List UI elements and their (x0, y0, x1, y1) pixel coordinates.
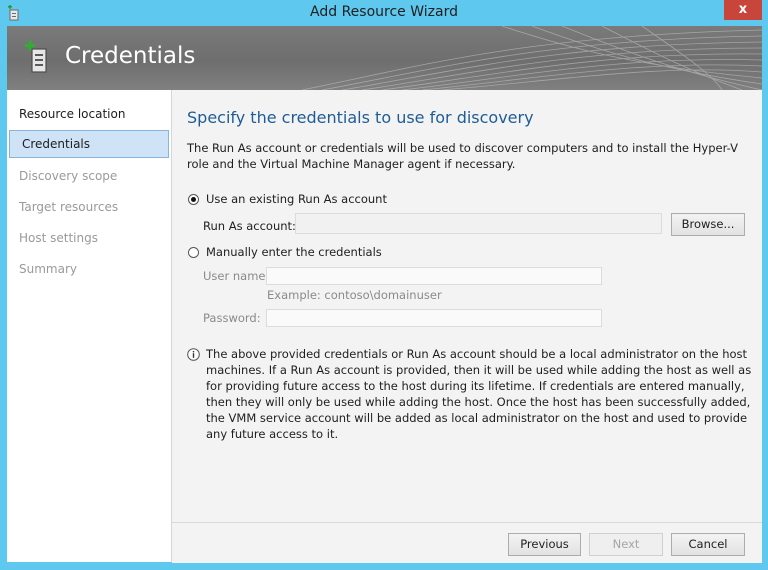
runas-account-option-label[interactable]: Use an existing Run As account (206, 192, 387, 206)
nav-step-discovery-scope: Discovery scope (19, 169, 118, 183)
nav-step-target-resources: Target resources (19, 200, 119, 214)
info-note-text: The above provided credentials or Run As… (206, 347, 752, 441)
intro-text: The Run As account or credentials will b… (187, 141, 738, 171)
password-field[interactable] (266, 309, 602, 327)
nav-step-host-settings: Host settings (19, 231, 98, 245)
decorative-wave-graphic (302, 26, 762, 90)
manual-credentials-radio[interactable] (188, 247, 199, 258)
username-label: User name: (203, 269, 270, 283)
wizard-steps-nav: Resource location Credentials Discovery … (7, 90, 172, 562)
runas-account-field-label: Run As account: (203, 219, 296, 233)
previous-button[interactable]: Previous (508, 533, 581, 556)
server-add-icon (25, 40, 47, 73)
wizard-footer: Previous Next Cancel (172, 522, 762, 563)
banner-title: Credentials (65, 43, 196, 69)
page-heading: Specify the credentials to use for disco… (187, 108, 534, 127)
browse-button[interactable]: Browse... (671, 213, 745, 236)
password-label: Password: (203, 311, 261, 325)
username-example: Example: contoso\domainuser (267, 288, 442, 302)
username-field[interactable] (266, 267, 602, 285)
info-icon (187, 348, 200, 361)
next-button: Next (589, 533, 663, 556)
close-button[interactable]: x (724, 0, 762, 20)
manual-credentials-option-label[interactable]: Manually enter the credentials (206, 245, 382, 259)
nav-step-resource-location[interactable]: Resource location (7, 100, 167, 128)
nav-step-credentials[interactable]: Credentials (9, 130, 169, 158)
nav-step-summary: Summary (19, 262, 77, 276)
cancel-button[interactable]: Cancel (671, 533, 745, 556)
window-title: Add Resource Wizard (310, 4, 458, 20)
title-bar[interactable]: Add Resource Wizard x (0, 0, 768, 26)
runas-account-radio[interactable] (188, 194, 199, 205)
header-banner: Credentials (7, 26, 762, 90)
wizard-window: Add Resource Wizard x Credentials Resour… (0, 0, 768, 570)
main-content: Specify the credentials to use for disco… (172, 90, 762, 522)
runas-account-field[interactable] (295, 213, 662, 234)
